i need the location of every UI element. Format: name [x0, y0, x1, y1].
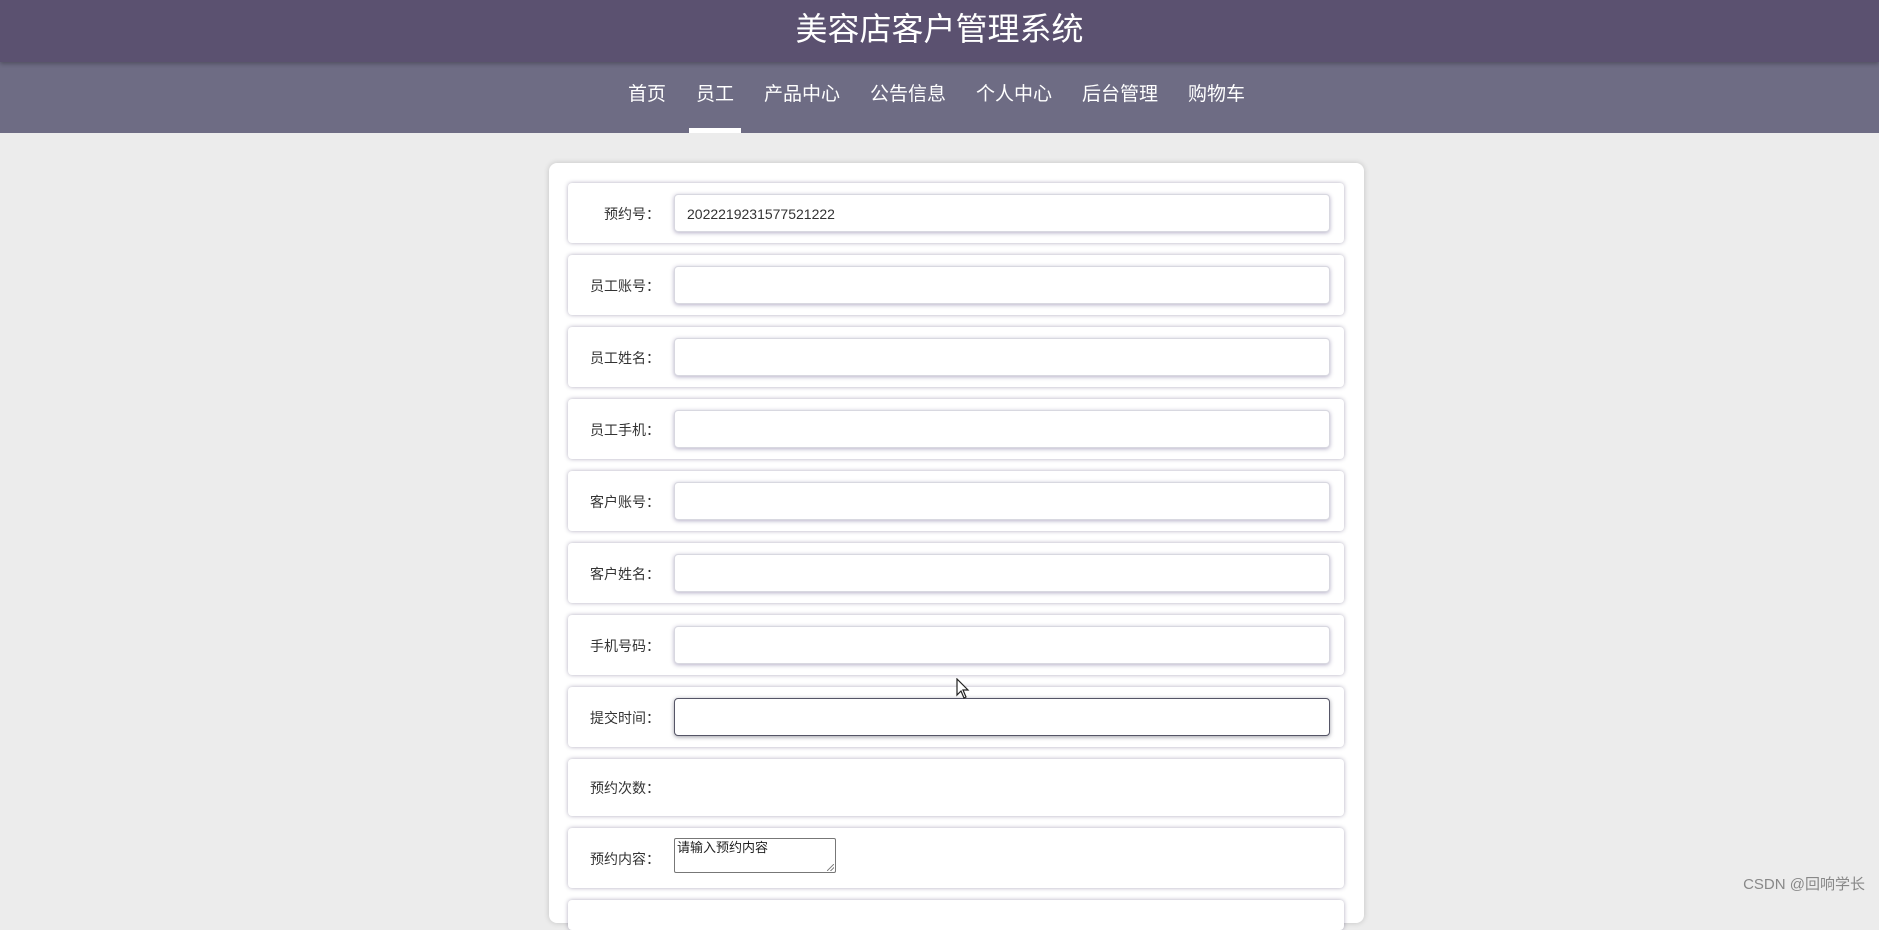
form-row-customer-account: 客户账号：	[568, 471, 1344, 531]
form-row-staff-phone: 员工手机：	[568, 399, 1344, 459]
staff-name-field[interactable]	[674, 338, 1330, 376]
nav-bar: 首页 员工 产品中心 公告信息 个人中心 后台管理 购物车	[0, 62, 1879, 133]
nav-item-admin[interactable]: 后台管理	[1067, 62, 1173, 133]
resize-grip-icon[interactable]	[827, 864, 834, 871]
form-row-customer-name: 客户姓名：	[568, 543, 1344, 603]
nav-item-products[interactable]: 产品中心	[749, 62, 855, 133]
reservation-count-label: 预约次数：	[590, 781, 660, 797]
reservation-content-placeholder: 请输入预约内容	[677, 841, 769, 856]
reservation-content-textarea[interactable]: 请输入预约内容	[674, 838, 836, 873]
form-row-staff-name: 员工姓名：	[568, 327, 1344, 387]
form-row-next	[568, 900, 1344, 930]
watermark: CSDN @回响学长	[1743, 876, 1865, 893]
customer-name-label: 客户姓名：	[590, 567, 660, 583]
staff-name-label: 员工姓名：	[590, 351, 660, 367]
site-title: 美容店客户管理系统	[795, 10, 1084, 48]
form-row-reservation-content: 预约内容： 请输入预约内容	[568, 828, 1344, 888]
nav-item-home[interactable]: 首页	[613, 62, 681, 133]
nav-item-announcements[interactable]: 公告信息	[855, 62, 961, 133]
reservation-no-label: 预约号：	[604, 207, 660, 223]
customer-name-field[interactable]	[674, 554, 1330, 592]
form-row-reservation-no: 预约号： 2022219231577521222	[568, 183, 1344, 243]
nav-item-staff[interactable]: 员工	[681, 62, 749, 133]
staff-phone-field[interactable]	[674, 410, 1330, 448]
staff-account-field[interactable]	[674, 266, 1330, 304]
phone-number-field[interactable]	[674, 626, 1330, 664]
nav-item-profile[interactable]: 个人中心	[961, 62, 1067, 133]
mouse-cursor-icon	[956, 678, 970, 699]
header-bar: 美容店客户管理系统	[0, 0, 1879, 62]
form-row-staff-account: 员工账号：	[568, 255, 1344, 315]
customer-account-label: 客户账号：	[590, 495, 660, 511]
form-row-reservation-count: 预约次数：	[568, 759, 1344, 816]
submit-time-label: 提交时间：	[590, 711, 660, 727]
reservation-form-card: 预约号： 2022219231577521222 员工账号： 员工姓名： 员工手…	[549, 163, 1364, 930]
reservation-no-field[interactable]: 2022219231577521222	[674, 194, 1330, 232]
phone-number-label: 手机号码：	[590, 639, 660, 655]
submit-time-field[interactable]	[674, 698, 1330, 736]
nav-item-cart[interactable]: 购物车	[1173, 62, 1260, 133]
staff-account-label: 员工账号：	[590, 279, 660, 295]
reservation-content-label: 预约内容：	[590, 852, 660, 868]
customer-account-field[interactable]	[674, 482, 1330, 520]
main-nav: 首页 员工 产品中心 公告信息 个人中心 后台管理 购物车	[0, 62, 1879, 133]
form-row-phone-number: 手机号码：	[568, 615, 1344, 675]
staff-phone-label: 员工手机：	[590, 423, 660, 439]
